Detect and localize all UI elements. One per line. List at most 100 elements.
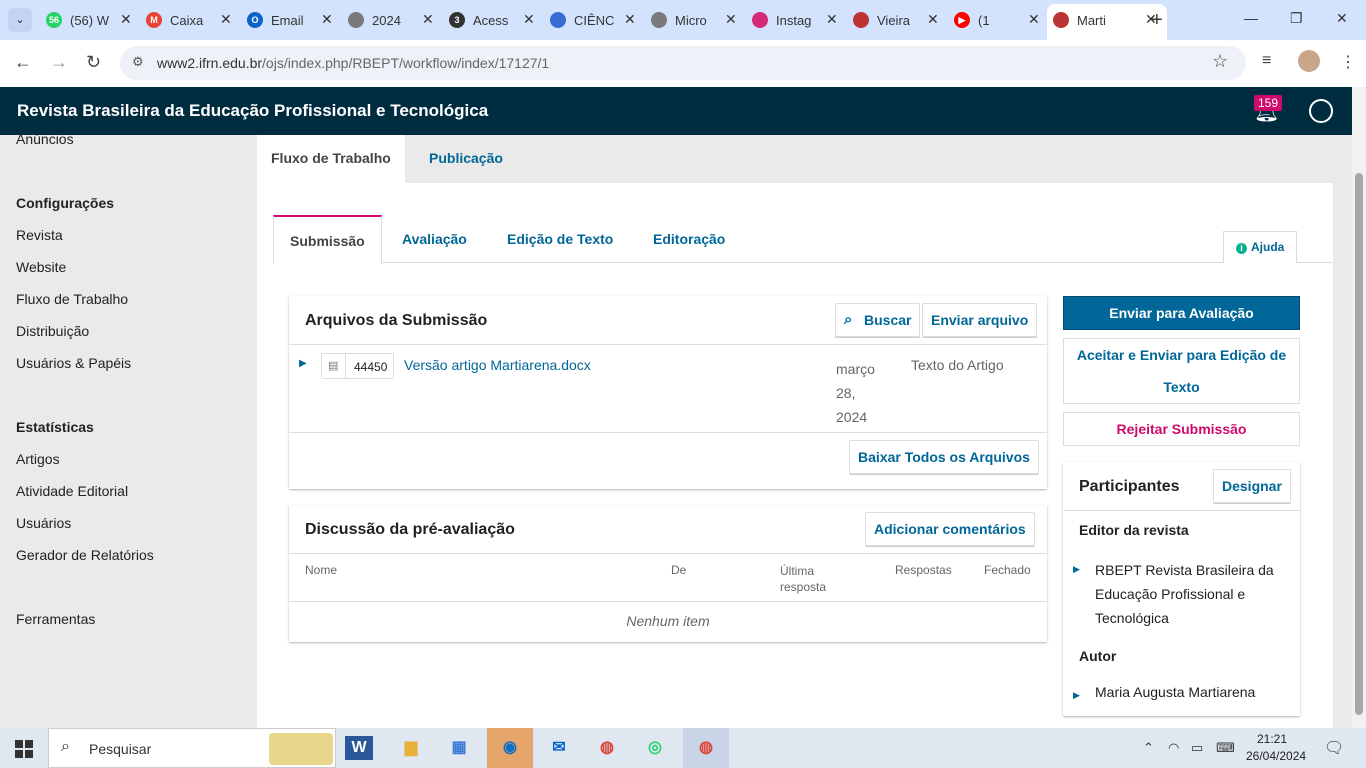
edge-browser-icon[interactable]: ◉ [487, 728, 533, 768]
send-to-review-button[interactable]: Enviar para Avaliação [1063, 296, 1300, 330]
kebab-menu-icon[interactable]: ⋮ [1340, 52, 1356, 72]
word-app-icon[interactable]: W [345, 736, 373, 760]
tab-workflow[interactable]: Fluxo de Trabalho [257, 135, 405, 183]
add-comments-button[interactable]: Adicionar comentários [865, 512, 1035, 546]
upload-file-button[interactable]: Enviar arquivo [922, 303, 1038, 337]
sidebar-item-workflow[interactable]: Fluxo de Trabalho [16, 291, 128, 307]
sidebar-item-report-generator[interactable]: Gerador de Relatórios [16, 547, 154, 563]
participant-author[interactable]: Maria Augusta Martiarena [1095, 684, 1255, 700]
scrollbar-thumb[interactable] [1355, 173, 1363, 715]
sidebar-heading-settings: Configurações [16, 195, 115, 211]
browser-tab[interactable]: 2024 ✕ [342, 6, 442, 34]
new-tab-plus-icon[interactable]: + [1151, 9, 1163, 32]
reject-submission-button[interactable]: Rejeitar Submissão [1063, 412, 1300, 446]
browser-tab[interactable]: Instag ✕ [746, 6, 846, 34]
close-tab-icon[interactable]: ✕ [927, 11, 939, 28]
close-tab-icon[interactable]: ✕ [725, 11, 737, 28]
browser-tab[interactable]: O Email ✕ [241, 6, 341, 34]
close-tab-icon[interactable]: ✕ [624, 11, 636, 28]
assign-participant-button[interactable]: Designar [1213, 469, 1291, 503]
sidebar-item-users-roles[interactable]: Usuários & Papéis [16, 355, 131, 371]
windows-start-icon[interactable] [15, 740, 33, 758]
system-clock[interactable]: 21:21 26/04/2024 [1246, 731, 1306, 765]
browser-tab-title: (1 [978, 13, 990, 28]
tab-copyediting[interactable]: Edição de Texto [507, 215, 613, 263]
profile-avatar[interactable] [1298, 50, 1320, 72]
close-tab-icon[interactable]: ✕ [220, 11, 232, 28]
browser-tab[interactable]: ▶ (1 ✕ [948, 6, 1048, 34]
close-tab-icon[interactable]: ✕ [1028, 11, 1040, 28]
browser-tab[interactable]: CIÊNC ✕ [544, 6, 644, 34]
tab-production[interactable]: Editoração [653, 215, 725, 263]
search-files-button[interactable]: ⌕ Buscar [835, 303, 921, 337]
keyboard-icon[interactable]: ⌨ [1216, 740, 1235, 756]
role-heading-editor: Editor da revista [1079, 522, 1189, 538]
minimize-icon[interactable]: — [1244, 10, 1258, 26]
wifi-icon[interactable]: ◠ [1168, 740, 1179, 756]
close-tab-icon[interactable]: ✕ [422, 11, 434, 28]
accept-label-line1: Aceitar e Enviar para Edição de [1076, 347, 1287, 363]
sidebar-item-editorial-activity[interactable]: Atividade Editorial [16, 483, 128, 499]
notification-count-badge[interactable]: 159 [1254, 95, 1283, 111]
download-all-files-button[interactable]: Baixar Todos os Arquivos [849, 440, 1039, 474]
back-arrow-icon[interactable]: ← [14, 52, 32, 73]
sidebar-item-announcements[interactable]: Anúncios [16, 131, 74, 147]
mail-app-icon[interactable]: ✉ [541, 732, 577, 764]
user-account-icon[interactable] [1309, 99, 1333, 123]
expand-row-triangle-icon[interactable]: ▶ [299, 358, 307, 369]
tab-search-chevron-icon[interactable]: ⌄ [8, 8, 32, 32]
forward-arrow-icon[interactable]: → [50, 52, 68, 73]
chrome-profile-icon[interactable]: ◍ [683, 728, 729, 768]
divider [289, 344, 1047, 345]
participant-editor[interactable]: RBEPT Revista Brasileira da Educação Pro… [1095, 558, 1274, 630]
browser-tab[interactable]: 56 (56) W ✕ [40, 6, 140, 34]
expand-participant-triangle-icon[interactable]: ▶ [1073, 690, 1080, 701]
reload-icon[interactable]: ↻ [86, 52, 101, 73]
microsoft-store-icon[interactable]: ▦ [441, 732, 477, 764]
whatsapp-app-icon[interactable]: ◎ [637, 732, 673, 764]
sidebar-item-website[interactable]: Website [16, 259, 66, 275]
help-button[interactable]: i Ajuda [1223, 231, 1298, 263]
journal-title[interactable]: Revista Brasileira da Educação Profissio… [17, 101, 488, 121]
participants-card: Participantes Designar Editor da revista… [1063, 462, 1300, 716]
browser-tab[interactable]: 3 Acess ✕ [443, 6, 543, 34]
taskbar-search-box[interactable]: ⌕ Pesquisar [48, 728, 336, 768]
tab-publication[interactable]: Publicação [415, 135, 517, 183]
chrome-icon[interactable]: ◍ [589, 732, 625, 764]
file-explorer-icon[interactable]: ▆ [393, 732, 429, 764]
browser-tab[interactable]: Vieira ✕ [847, 6, 947, 34]
address-bar[interactable]: ⚙ www2.ifrn.edu.br/ojs/index.php/RBEPT/w… [120, 46, 1246, 80]
close-window-icon[interactable]: ✕ [1336, 10, 1348, 27]
browser-tab[interactable]: M Caixa ✕ [140, 6, 240, 34]
browser-tab[interactable]: Micro ✕ [645, 6, 745, 34]
restore-icon[interactable]: ❐ [1290, 10, 1303, 27]
column-name: Nome [305, 563, 338, 577]
file-date-day: 28, [836, 385, 856, 401]
expand-participant-triangle-icon[interactable]: ▶ [1073, 564, 1080, 575]
file-name-link[interactable]: Versão artigo Martiarena.docx [404, 357, 591, 373]
browser-tab[interactable]: Marti ✕ [1047, 4, 1167, 40]
sidebar-item-distribution[interactable]: Distribuição [16, 323, 89, 339]
sidebar-item-articles[interactable]: Artigos [16, 451, 60, 467]
column-replies: Respostas [895, 563, 952, 577]
bookmark-star-icon[interactable]: ☆ [1212, 51, 1228, 72]
close-tab-icon[interactable]: ✕ [826, 11, 838, 28]
show-hidden-icons-chevron-icon[interactable]: ⌃ [1143, 740, 1154, 756]
ojs-icon [853, 12, 869, 28]
notification-center-icon[interactable]: 🗨︎ [1324, 738, 1344, 758]
battery-icon[interactable]: ▭ [1191, 740, 1203, 756]
submission-files-card: Arquivos da Submissão ⌕ Buscar Enviar arq… [289, 296, 1047, 489]
sidebar-item-journal[interactable]: Revista [16, 227, 63, 243]
media-queue-icon[interactable]: ≡ [1262, 52, 1271, 70]
sidebar-item-tools[interactable]: Ferramentas [16, 611, 95, 627]
accept-and-send-to-copyediting-button[interactable]: Aceitar e Enviar para Edição de Texto [1063, 338, 1300, 404]
sidebar-item-users[interactable]: Usuários [16, 515, 71, 531]
close-tab-icon[interactable]: ✕ [321, 11, 333, 28]
url-text[interactable]: www2.ifrn.edu.br/ojs/index.php/RBEPT/wor… [157, 55, 549, 71]
site-settings-icon[interactable]: ⚙ [132, 54, 144, 70]
close-tab-icon[interactable]: ✕ [120, 11, 132, 28]
tab-review[interactable]: Avaliação [402, 215, 467, 263]
close-tab-icon[interactable]: ✕ [523, 11, 535, 28]
tab-submission[interactable]: Submissão [273, 215, 382, 264]
page-scrollbar[interactable] [1352, 87, 1366, 728]
